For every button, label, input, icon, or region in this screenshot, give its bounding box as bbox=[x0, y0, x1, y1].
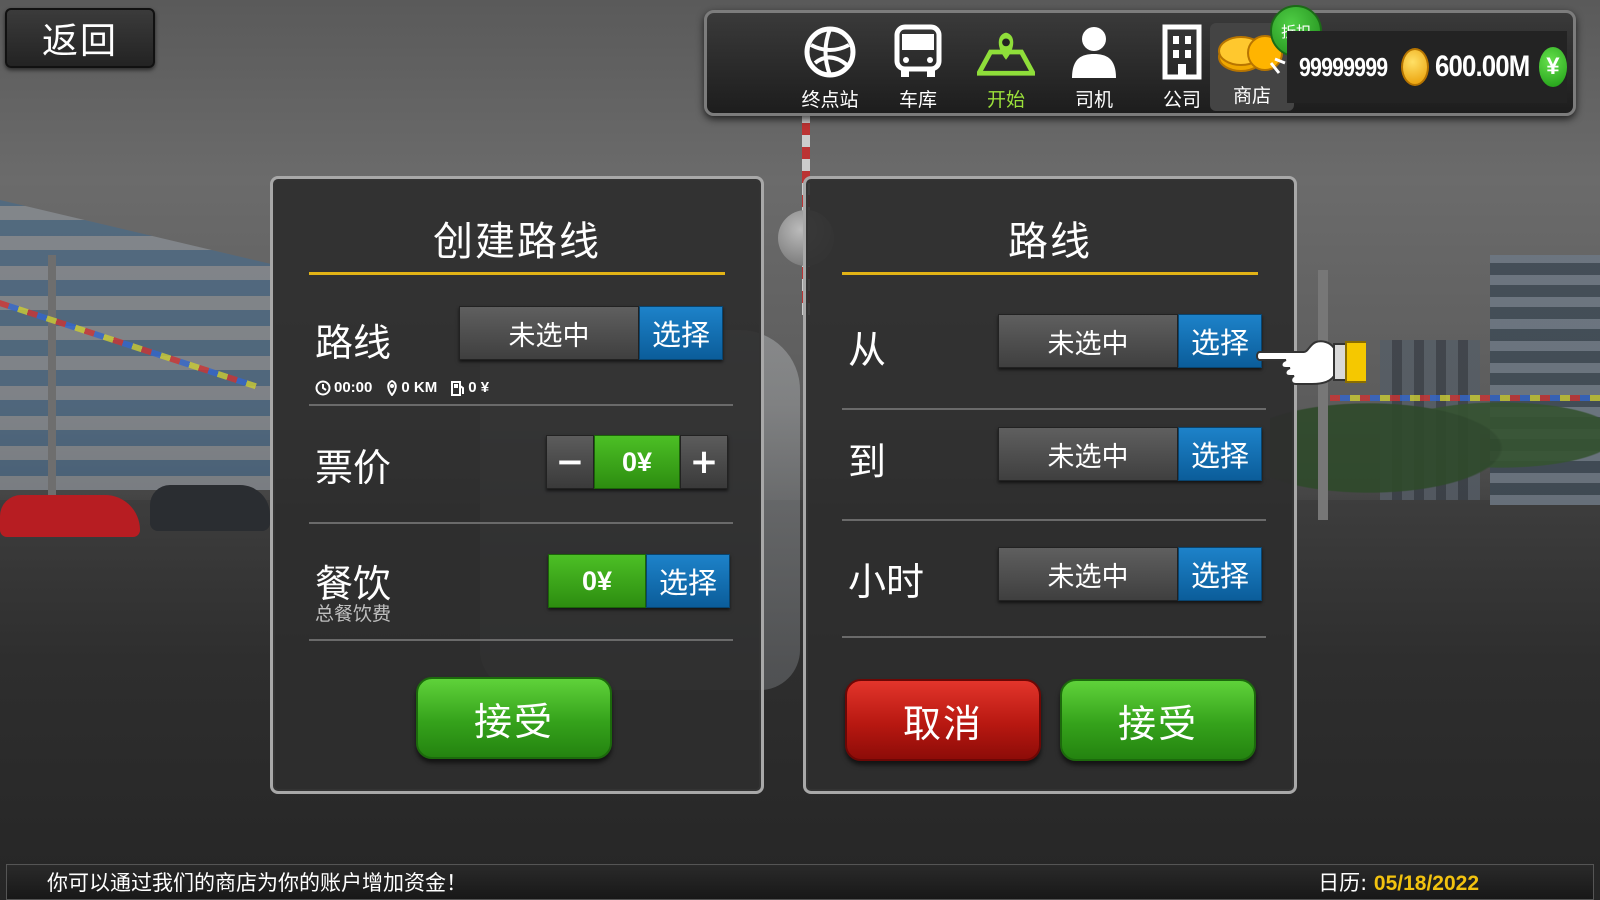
title-underline bbox=[309, 272, 725, 275]
top-nav-bar: 终点站 车库 开始 司机 公司 商店 99999999 600.00M ¥ bbox=[704, 5, 1576, 116]
route-value[interactable]: 未选中 bbox=[459, 306, 639, 360]
route-distance: 0 KM bbox=[386, 379, 437, 396]
nav-items: 终点站 车库 开始 司机 公司 bbox=[793, 23, 1219, 113]
route-cost: 0 ¥ bbox=[451, 379, 489, 396]
nav-start-label: 开始 bbox=[986, 89, 1025, 111]
divider bbox=[309, 522, 733, 524]
money-value: 600.00M bbox=[1434, 50, 1530, 83]
dark-car bbox=[150, 485, 270, 531]
clock-icon bbox=[315, 380, 331, 395]
route-selector: 未选中 选择 bbox=[459, 306, 723, 360]
nav-garage[interactable]: 车库 bbox=[881, 23, 955, 113]
bunting-right bbox=[1330, 395, 1600, 401]
divider bbox=[309, 404, 733, 406]
create-route-panel: 创建路线 路线 未选中 选择 00:00 0 KM 0 ¥ 票价 − 0¥ + … bbox=[270, 176, 764, 794]
divider bbox=[842, 636, 1266, 638]
back-button[interactable]: 返回 bbox=[5, 8, 155, 68]
calendar-date: 05/18/2022 bbox=[1373, 872, 1479, 895]
fare-plus-button[interactable]: + bbox=[680, 435, 728, 489]
nav-company-label: 公司 bbox=[1162, 89, 1201, 111]
coins-value: 99999999 bbox=[1299, 51, 1388, 82]
ground bbox=[0, 500, 1600, 900]
cancel-button[interactable]: 取消 bbox=[845, 679, 1041, 761]
game-scene-background bbox=[0, 0, 1600, 900]
location-icon bbox=[387, 379, 398, 396]
route-time-value: 00:00 bbox=[334, 379, 373, 396]
divider bbox=[842, 408, 1266, 410]
yen-icon[interactable]: ¥ bbox=[1538, 47, 1567, 87]
pointing-hand-icon bbox=[1256, 330, 1369, 394]
route-distance-value: 0 KM bbox=[401, 379, 438, 396]
hour-selector: 未选中 选择 bbox=[998, 547, 1262, 601]
to-select-button[interactable]: 选择 bbox=[1178, 427, 1262, 481]
to-value[interactable]: 未选中 bbox=[998, 427, 1178, 481]
panel-title: 路线 bbox=[1008, 219, 1092, 265]
calendar: 日历: 05/18/2022 bbox=[1318, 867, 1479, 897]
from-value[interactable]: 未选中 bbox=[998, 314, 1178, 368]
route-select-button[interactable]: 选择 bbox=[639, 306, 723, 360]
nav-company[interactable]: 公司 bbox=[1145, 23, 1219, 113]
fare-stepper: − 0¥ + bbox=[546, 435, 728, 489]
divider bbox=[309, 639, 733, 641]
nav-start[interactable]: 开始 bbox=[969, 23, 1043, 113]
to-label: 到 bbox=[848, 440, 887, 484]
catering-select-button[interactable]: 选择 bbox=[646, 554, 730, 608]
route-panel: 路线 从 未选中 选择 到 未选中 选择 小时 未选中 选择 取消 接受 bbox=[803, 176, 1297, 794]
route-info: 00:00 0 KM 0 ¥ bbox=[315, 379, 489, 396]
building-icon bbox=[1153, 23, 1211, 81]
from-label: 从 bbox=[848, 328, 887, 372]
from-selector: 未选中 选择 bbox=[998, 314, 1262, 368]
fare-label: 票价 bbox=[315, 446, 392, 490]
accept-button[interactable]: 接受 bbox=[1060, 679, 1256, 761]
route-cost-value: 0 ¥ bbox=[468, 379, 490, 396]
street-lamp bbox=[1318, 270, 1328, 520]
bottom-info-bar: 你可以通过我们的商店为你的账户增加资金！ 日历: 05/18/2022 bbox=[6, 864, 1594, 900]
catering-value: 0¥ bbox=[548, 554, 646, 608]
nav-driver[interactable]: 司机 bbox=[1057, 23, 1131, 113]
nav-driver-label: 司机 bbox=[1074, 89, 1113, 111]
route-label: 路线 bbox=[315, 321, 392, 365]
red-car bbox=[0, 495, 140, 537]
from-select-button[interactable]: 选择 bbox=[1178, 314, 1262, 368]
catering-selector: 0¥ 选择 bbox=[548, 554, 730, 608]
globe-icon bbox=[801, 23, 859, 81]
title-underline bbox=[842, 272, 1258, 275]
fare-minus-button[interactable]: − bbox=[546, 435, 594, 489]
map-pin-icon bbox=[977, 23, 1035, 81]
calendar-label: 日历: bbox=[1318, 871, 1374, 895]
route-time: 00:00 bbox=[315, 379, 372, 396]
to-selector: 未选中 选择 bbox=[998, 427, 1262, 481]
nav-terminal-label: 终点站 bbox=[801, 89, 859, 111]
fuel-icon bbox=[451, 380, 465, 396]
catering-sublabel: 总餐饮费 bbox=[315, 603, 392, 625]
currency-display: 99999999 600.00M ¥ bbox=[1287, 31, 1567, 103]
hour-label: 小时 bbox=[848, 560, 925, 604]
panel-title: 创建路线 bbox=[433, 219, 601, 265]
street-pole-left bbox=[48, 255, 56, 535]
nav-terminal[interactable]: 终点站 bbox=[793, 23, 867, 113]
coin-icon bbox=[1401, 48, 1429, 86]
nav-shop-label: 商店 bbox=[1232, 85, 1271, 107]
divider bbox=[842, 519, 1266, 521]
hour-select-button[interactable]: 选择 bbox=[1178, 547, 1262, 601]
driver-icon bbox=[1065, 23, 1123, 81]
bus-icon bbox=[889, 23, 947, 81]
accept-button[interactable]: 接受 bbox=[416, 677, 612, 759]
fare-value: 0¥ bbox=[594, 435, 680, 489]
news-ticker: 你可以通过我们的商店为你的账户增加资金！ bbox=[47, 871, 467, 895]
hour-value[interactable]: 未选中 bbox=[998, 547, 1178, 601]
nav-garage-label: 车库 bbox=[898, 89, 937, 111]
